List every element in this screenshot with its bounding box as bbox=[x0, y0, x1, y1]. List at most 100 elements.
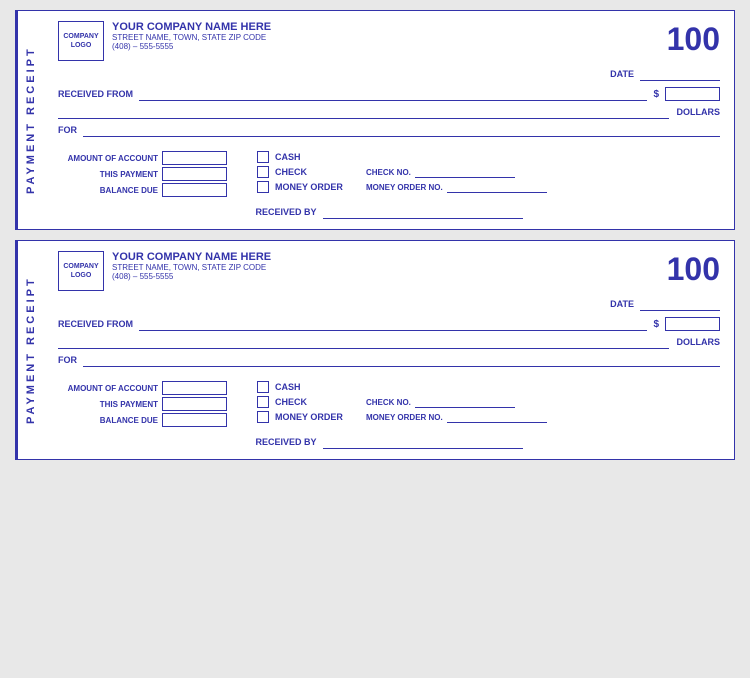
bottom-section-2: AMOUNT OF ACCOUNT THIS PAYMENT BALANCE D… bbox=[58, 381, 720, 427]
date-field-1[interactable] bbox=[640, 67, 720, 81]
dollars-row-1: DOLLARS bbox=[58, 105, 720, 119]
check-row-1: CHECK CHECK NO. bbox=[257, 166, 547, 178]
cash-row-2: CASH bbox=[257, 381, 547, 393]
date-label-1: DATE bbox=[610, 69, 634, 79]
receipt-number-1: 100 bbox=[667, 21, 720, 58]
cash-checkbox-1[interactable] bbox=[257, 151, 269, 163]
amount-field-2[interactable] bbox=[665, 317, 720, 331]
money-order-no-label-1: MONEY ORDER NO. bbox=[366, 183, 443, 192]
for-field-1[interactable] bbox=[83, 123, 720, 137]
money-order-checkbox-1[interactable] bbox=[257, 181, 269, 193]
date-label-2: DATE bbox=[610, 299, 634, 309]
side-label-2: PAYMENT RECEIPT bbox=[16, 241, 44, 459]
amount-of-account-label-2: AMOUNT OF ACCOUNT bbox=[58, 384, 158, 393]
check-info-1: CHECK NO. bbox=[366, 166, 515, 178]
received-from-field-2[interactable] bbox=[139, 317, 647, 331]
amount-of-account-row-2: AMOUNT OF ACCOUNT bbox=[58, 381, 227, 395]
dollar-sign-1: $ bbox=[653, 89, 659, 100]
receipt-body-2: COMPANY LOGO YOUR COMPANY NAME HERE STRE… bbox=[44, 241, 734, 459]
receipt-body-1: COMPANY LOGO YOUR COMPANY NAME HERE STRE… bbox=[44, 11, 734, 229]
for-row-2: FOR bbox=[58, 353, 720, 367]
check-no-field-2[interactable] bbox=[415, 396, 515, 408]
money-order-label-2: MONEY ORDER bbox=[275, 412, 350, 422]
receipt-number-2: 100 bbox=[667, 251, 720, 288]
check-no-label-2: CHECK NO. bbox=[366, 398, 411, 407]
header-row-1: COMPANY LOGO YOUR COMPANY NAME HERE STRE… bbox=[58, 21, 720, 61]
money-order-info-2: MONEY ORDER NO. bbox=[366, 411, 547, 423]
money-order-no-label-2: MONEY ORDER NO. bbox=[366, 413, 443, 422]
check-checkbox-1[interactable] bbox=[257, 166, 269, 178]
receipt-2: PAYMENT RECEIPT COMPANY LOGO YOUR COMPAN… bbox=[15, 240, 735, 460]
dollars-label-1: DOLLARS bbox=[677, 107, 721, 117]
for-row-1: FOR bbox=[58, 123, 720, 137]
money-order-checkbox-2[interactable] bbox=[257, 411, 269, 423]
balance-due-row-1: BALANCE DUE bbox=[58, 183, 227, 197]
money-order-info-1: MONEY ORDER NO. bbox=[366, 181, 547, 193]
money-order-no-field-1[interactable] bbox=[447, 181, 547, 193]
company-phone-2: (408) – 555-5555 bbox=[112, 272, 271, 281]
received-from-row-2: RECEIVED FROM $ bbox=[58, 317, 720, 331]
check-info-2: CHECK NO. bbox=[366, 396, 515, 408]
check-checkbox-2[interactable] bbox=[257, 396, 269, 408]
side-label-1: PAYMENT RECEIPT bbox=[16, 11, 44, 229]
money-order-no-row-2: MONEY ORDER NO. bbox=[366, 411, 547, 423]
received-from-label-1: RECEIVED FROM bbox=[58, 89, 133, 99]
received-by-row-2: RECEIVED BY bbox=[58, 435, 720, 449]
money-order-row-2: MONEY ORDER MONEY ORDER NO. bbox=[257, 411, 547, 423]
received-by-field-1[interactable] bbox=[323, 205, 523, 219]
company-info-1: COMPANY LOGO YOUR COMPANY NAME HERE STRE… bbox=[58, 21, 271, 61]
dollars-label-2: DOLLARS bbox=[677, 337, 721, 347]
amount-of-account-label-1: AMOUNT OF ACCOUNT bbox=[58, 154, 158, 163]
amount-of-account-field-2[interactable] bbox=[162, 381, 227, 395]
amount-of-account-field-1[interactable] bbox=[162, 151, 227, 165]
company-text-1: YOUR COMPANY NAME HERE STREET NAME, TOWN… bbox=[112, 21, 271, 51]
amount-table-1: AMOUNT OF ACCOUNT THIS PAYMENT BALANCE D… bbox=[58, 151, 227, 197]
company-phone-1: (408) – 555-5555 bbox=[112, 42, 271, 51]
money-order-row-1: MONEY ORDER MONEY ORDER NO. bbox=[257, 181, 547, 193]
company-name-1: YOUR COMPANY NAME HERE bbox=[112, 21, 271, 33]
amount-field-1[interactable] bbox=[665, 87, 720, 101]
received-from-field-1[interactable] bbox=[139, 87, 647, 101]
dollars-row-2: DOLLARS bbox=[58, 335, 720, 349]
cash-label-1: CASH bbox=[275, 152, 350, 162]
for-label-2: FOR bbox=[58, 355, 77, 365]
check-no-label-1: CHECK NO. bbox=[366, 168, 411, 177]
receipt-1: PAYMENT RECEIPT COMPANY LOGO YOUR COMPAN… bbox=[15, 10, 735, 230]
company-name-2: YOUR COMPANY NAME HERE bbox=[112, 251, 271, 263]
dollars-line-2[interactable] bbox=[58, 335, 669, 349]
balance-due-row-2: BALANCE DUE bbox=[58, 413, 227, 427]
this-payment-field-1[interactable] bbox=[162, 167, 227, 181]
this-payment-label-2: THIS PAYMENT bbox=[58, 400, 158, 409]
received-by-label-2: RECEIVED BY bbox=[255, 437, 316, 447]
balance-due-field-2[interactable] bbox=[162, 413, 227, 427]
money-order-no-row-1: MONEY ORDER NO. bbox=[366, 181, 547, 193]
company-address-2: STREET NAME, TOWN, STATE ZIP CODE bbox=[112, 263, 271, 272]
this-payment-field-2[interactable] bbox=[162, 397, 227, 411]
check-label-1: CHECK bbox=[275, 167, 350, 177]
this-payment-row-2: THIS PAYMENT bbox=[58, 397, 227, 411]
dollars-line-1[interactable] bbox=[58, 105, 669, 119]
payment-section-2: CASH CHECK CHECK NO. MONEY ORDER bbox=[257, 381, 547, 427]
check-row-2: CHECK CHECK NO. bbox=[257, 396, 547, 408]
received-by-field-2[interactable] bbox=[323, 435, 523, 449]
company-logo-1: COMPANY LOGO bbox=[58, 21, 104, 61]
balance-due-label-2: BALANCE DUE bbox=[58, 416, 158, 425]
amount-table-2: AMOUNT OF ACCOUNT THIS PAYMENT BALANCE D… bbox=[58, 381, 227, 427]
for-label-1: FOR bbox=[58, 125, 77, 135]
balance-due-field-1[interactable] bbox=[162, 183, 227, 197]
cash-label-2: CASH bbox=[275, 382, 350, 392]
check-no-field-1[interactable] bbox=[415, 166, 515, 178]
cash-checkbox-2[interactable] bbox=[257, 381, 269, 393]
received-from-row-1: RECEIVED FROM $ bbox=[58, 87, 720, 101]
money-order-no-field-2[interactable] bbox=[447, 411, 547, 423]
date-row-1: DATE bbox=[58, 67, 720, 81]
received-from-label-2: RECEIVED FROM bbox=[58, 319, 133, 329]
amount-of-account-row-1: AMOUNT OF ACCOUNT bbox=[58, 151, 227, 165]
date-field-2[interactable] bbox=[640, 297, 720, 311]
payment-section-1: CASH CHECK CHECK NO. MONEY ORDER bbox=[257, 151, 547, 197]
for-field-2[interactable] bbox=[83, 353, 720, 367]
received-by-label-1: RECEIVED BY bbox=[255, 207, 316, 217]
company-info-2: COMPANY LOGO YOUR COMPANY NAME HERE STRE… bbox=[58, 251, 271, 291]
date-row-2: DATE bbox=[58, 297, 720, 311]
check-no-row-2: CHECK NO. bbox=[366, 396, 515, 408]
